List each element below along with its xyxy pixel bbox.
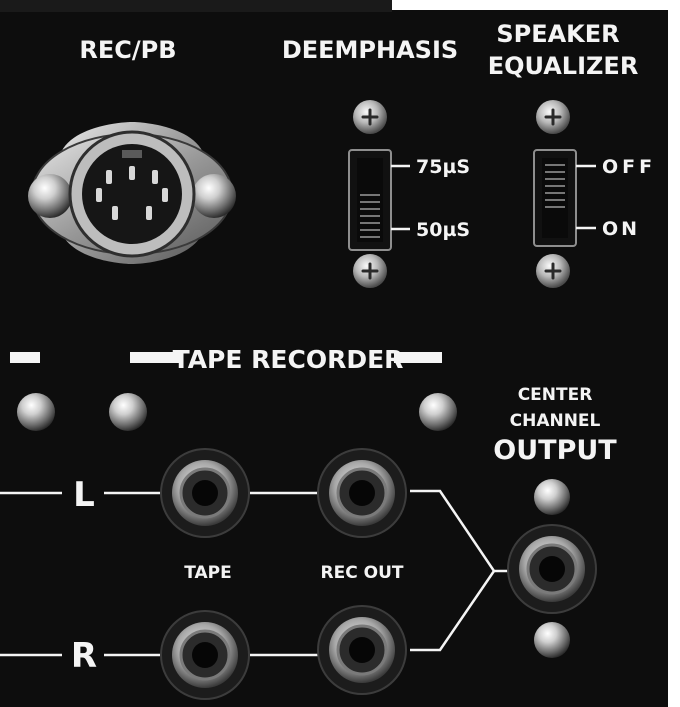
flange-bolt-left xyxy=(28,174,72,218)
nut-icon xyxy=(534,622,570,658)
rec-out-left-jack[interactable] xyxy=(317,448,407,538)
right-channel-label: R xyxy=(71,636,97,676)
center-channel-output-jack[interactable] xyxy=(507,524,597,614)
flange-bolt-right xyxy=(192,174,236,218)
rear-panel: REC/PB DEEMPHASIS SPEAKER EQUALIZER 75µS… xyxy=(0,0,680,707)
tape-in-right-jack[interactable] xyxy=(160,610,250,700)
nut-icon xyxy=(534,479,570,515)
nut-icon xyxy=(109,393,147,431)
equalizer-label: EQUALIZER xyxy=(488,52,639,80)
center-label: CENTER xyxy=(518,385,593,405)
rec-out-label: REC OUT xyxy=(321,563,404,583)
switch-ridges xyxy=(545,164,565,208)
tape-label: TAPE xyxy=(184,563,232,583)
deemphasis-50us-label: 50µS xyxy=(416,219,470,241)
deemphasis-label: DEEMPHASIS xyxy=(282,36,458,64)
speaker-eq-on-label: ON xyxy=(602,218,640,240)
deemphasis-75us-label: 75µS xyxy=(416,156,470,178)
nut-icon xyxy=(17,393,55,431)
speaker-label: SPEAKER xyxy=(496,20,619,48)
rec-out-right-jack[interactable] xyxy=(317,605,407,695)
output-label: OUTPUT xyxy=(493,435,617,466)
tape-recorder-label: TAPE RECORDER xyxy=(173,345,404,374)
rec-pb-label: REC/PB xyxy=(79,36,176,64)
tape-in-left-jack[interactable] xyxy=(160,448,250,538)
left-channel-label: L xyxy=(73,475,95,515)
banner-bar xyxy=(10,352,40,363)
channel-label: CHANNEL xyxy=(510,411,601,431)
speaker-eq-off-label: OFF xyxy=(602,156,656,178)
nut-icon xyxy=(419,393,457,431)
switch-ridges xyxy=(360,194,380,238)
